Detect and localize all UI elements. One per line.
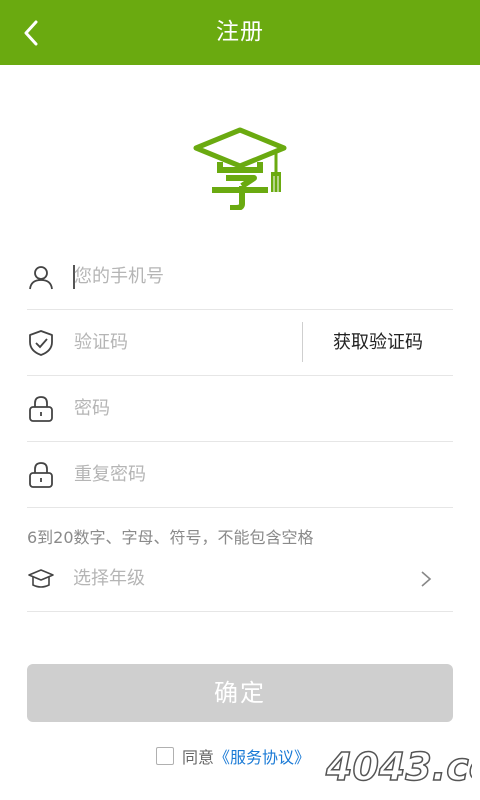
page-title: 注册 [216,19,264,45]
app-logo [190,124,290,211]
code-row: 获取验证码 [27,310,453,376]
service-agreement-link[interactable]: 《服务协议》 [214,744,310,768]
app-header: 注册 [0,0,480,65]
password-row [27,376,453,442]
confirm-button[interactable]: 确定 [27,664,453,722]
graduation-cap-icon [27,565,55,593]
user-icon [27,263,55,291]
watermark-logo: 4043.com [322,740,480,794]
lock-icon [27,395,55,423]
agreement: 同意 《服务协议》 [156,744,310,768]
watermark-text: 4043.com [325,745,472,789]
code-input[interactable] [74,327,294,358]
phone-input[interactable] [74,261,294,292]
grade-select[interactable]: 选择年级 [27,546,453,612]
password-confirm-row [27,442,453,508]
password-confirm-input[interactable] [74,459,294,490]
chevron-right-icon [421,571,432,587]
agree-checkbox[interactable] [156,747,174,765]
grade-placeholder: 选择年级 [73,568,145,589]
phone-row [27,244,453,310]
shield-check-icon [27,329,55,357]
password-hint: 6到20数字、字母、符号，不能包含空格 [27,528,314,547]
lock-icon [27,461,55,489]
agree-prefix: 同意 [182,748,215,767]
get-code-button[interactable]: 获取验证码 [303,310,453,376]
password-input[interactable] [74,393,294,424]
